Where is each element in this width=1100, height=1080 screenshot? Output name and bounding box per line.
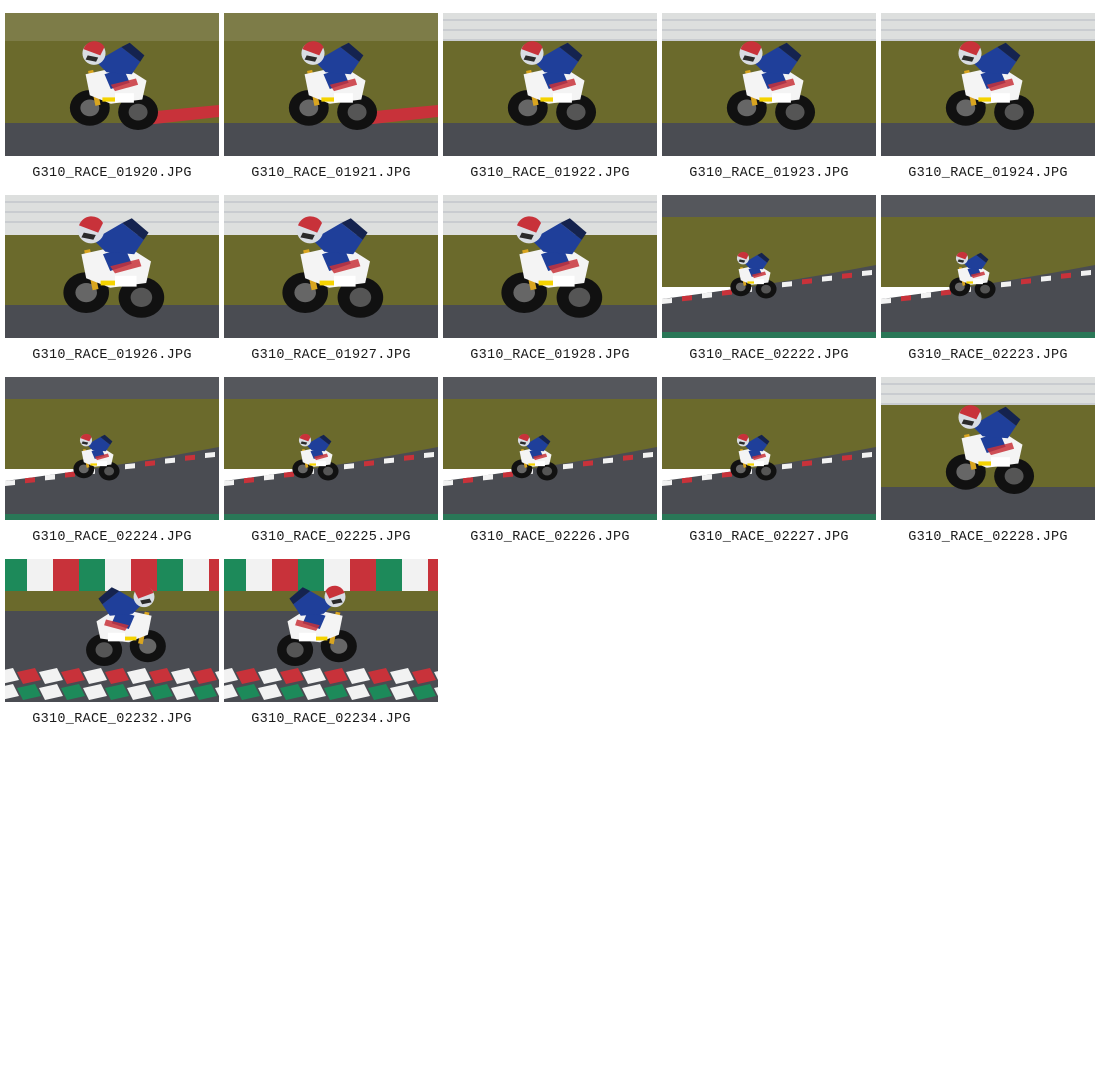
thumbnail-gallery: G310_RACE_01920.JPG G310_RACE_01921.JPG G3… [0,0,1100,1080]
gallery-item[interactable]: G310_RACE_01922.JPG [443,13,657,189]
photo-filename: G310_RACE_02228.JPG [908,530,1068,545]
gallery-item[interactable]: G310_RACE_01923.JPG [662,13,876,189]
motorcycle-race-photo [443,13,657,156]
motorcycle-race-photo [662,377,876,520]
photo-thumbnail[interactable] [662,13,876,156]
photo-thumbnail[interactable] [443,13,657,156]
gallery-item[interactable]: G310_RACE_02225.JPG [224,377,438,553]
gallery-item[interactable]: G310_RACE_02222.JPG [662,195,876,371]
photo-filename: G310_RACE_01926.JPG [32,348,192,363]
gallery-item[interactable]: G310_RACE_01921.JPG [224,13,438,189]
motorcycle-race-photo [5,377,219,520]
motorcycle-race-photo [5,13,219,156]
photo-thumbnail[interactable] [881,195,1095,338]
photo-thumbnail[interactable] [443,195,657,338]
motorcycle-race-photo [662,195,876,338]
motorcycle-race-photo [662,13,876,156]
photo-thumbnail[interactable] [662,377,876,520]
photo-thumbnail[interactable] [224,195,438,338]
photo-thumbnail[interactable] [881,13,1095,156]
gallery-item[interactable]: G310_RACE_02234.JPG [224,559,438,735]
photo-filename: G310_RACE_01924.JPG [908,166,1068,181]
motorcycle-race-photo [443,377,657,520]
gallery-item[interactable]: G310_RACE_01920.JPG [5,13,219,189]
gallery-item[interactable]: G310_RACE_02227.JPG [662,377,876,553]
motorcycle-race-photo [224,13,438,156]
photo-filename: G310_RACE_02224.JPG [32,530,192,545]
photo-thumbnail[interactable] [5,195,219,338]
photo-thumbnail[interactable] [5,377,219,520]
gallery-item[interactable]: G310_RACE_01927.JPG [224,195,438,371]
photo-filename: G310_RACE_01927.JPG [251,348,411,363]
gallery-item[interactable]: G310_RACE_02223.JPG [881,195,1095,371]
motorcycle-race-photo [5,559,219,702]
photo-thumbnail[interactable] [224,377,438,520]
photo-filename: G310_RACE_01922.JPG [470,166,630,181]
photo-filename: G310_RACE_01928.JPG [470,348,630,363]
photo-thumbnail[interactable] [224,559,438,702]
photo-filename: G310_RACE_02232.JPG [32,712,192,727]
photo-thumbnail[interactable] [5,13,219,156]
motorcycle-race-photo [881,195,1095,338]
motorcycle-race-photo [5,195,219,338]
gallery-item[interactable]: G310_RACE_02224.JPG [5,377,219,553]
gallery-item[interactable]: G310_RACE_02226.JPG [443,377,657,553]
motorcycle-race-photo [224,195,438,338]
motorcycle-race-photo [881,13,1095,156]
motorcycle-race-photo [881,377,1095,520]
photo-thumbnail[interactable] [662,195,876,338]
gallery-item[interactable]: G310_RACE_01928.JPG [443,195,657,371]
photo-filename: G310_RACE_02234.JPG [251,712,411,727]
motorcycle-race-photo [224,377,438,520]
motorcycle-race-photo [224,559,438,702]
photo-filename: G310_RACE_01921.JPG [251,166,411,181]
photo-filename: G310_RACE_02222.JPG [689,348,849,363]
motorcycle-race-photo [443,195,657,338]
gallery-item[interactable]: G310_RACE_02228.JPG [881,377,1095,553]
photo-filename: G310_RACE_02223.JPG [908,348,1068,363]
gallery-item[interactable]: G310_RACE_01926.JPG [5,195,219,371]
photo-filename: G310_RACE_02226.JPG [470,530,630,545]
photo-thumbnail[interactable] [881,377,1095,520]
gallery-item[interactable]: G310_RACE_01924.JPG [881,13,1095,189]
photo-filename: G310_RACE_01920.JPG [32,166,192,181]
photo-filename: G310_RACE_02227.JPG [689,530,849,545]
photo-thumbnail[interactable] [224,13,438,156]
photo-thumbnail[interactable] [5,559,219,702]
photo-filename: G310_RACE_01923.JPG [689,166,849,181]
photo-filename: G310_RACE_02225.JPG [251,530,411,545]
gallery-item[interactable]: G310_RACE_02232.JPG [5,559,219,735]
photo-thumbnail[interactable] [443,377,657,520]
